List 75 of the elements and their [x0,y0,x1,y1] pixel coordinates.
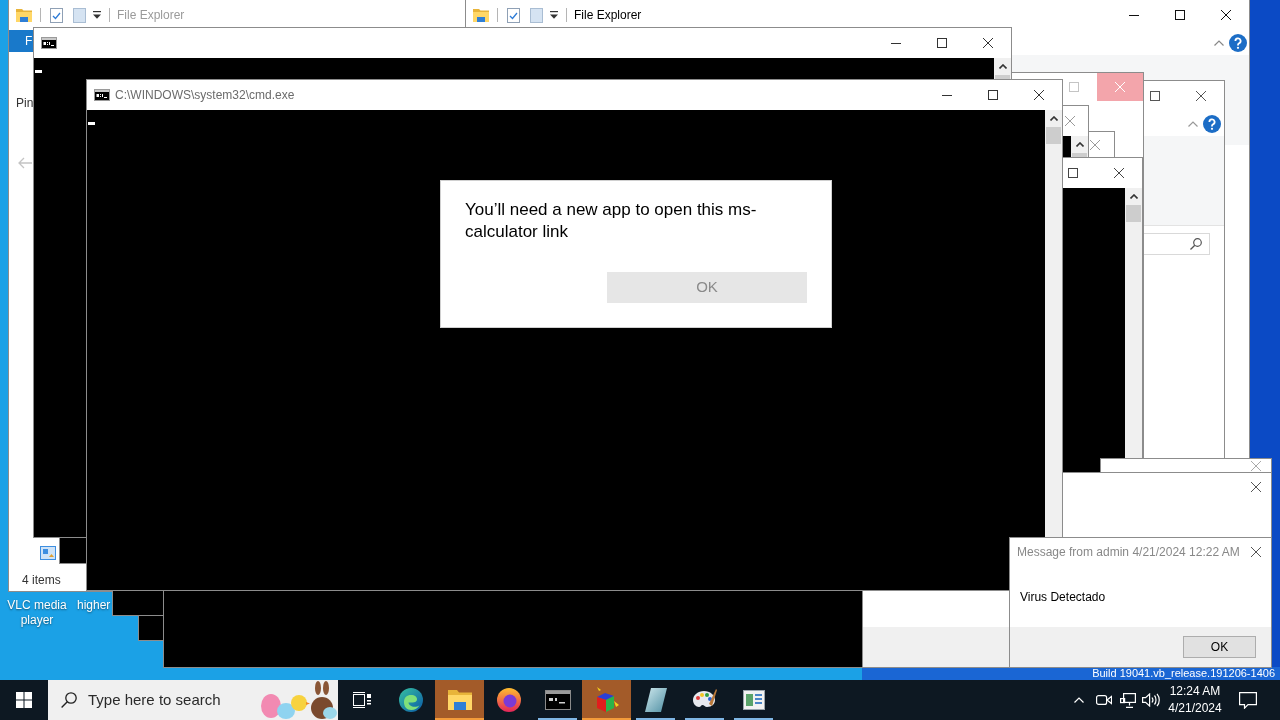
search-icon [1190,238,1202,250]
scrollbar[interactable] [994,58,1011,79]
dialog-message: You’ll need a new app to open this ms-calculator link [465,199,758,243]
status-text: 4 items [22,572,61,589]
help-icon[interactable] [1203,114,1221,133]
close-icon [1251,482,1261,492]
window-icon [742,690,765,710]
help-icon[interactable] [1229,33,1247,52]
scroll-thumb[interactable] [1126,205,1141,222]
speaker-icon [1142,693,1160,707]
close-icon [1251,460,1261,471]
picture-icon [40,545,56,561]
video-camera-icon [1096,694,1112,706]
message-text: Virus Detectado [1020,591,1106,604]
close-icon [1090,139,1100,150]
caret-icon[interactable] [93,11,101,19]
search-field[interactable]: Type here to search [88,688,248,712]
scrollbar[interactable] [1125,188,1142,458]
caret-icon[interactable] [550,11,558,19]
close-icon [1221,10,1231,20]
search-box[interactable]: Type here to search [48,680,338,720]
scroll-thumb[interactable] [995,75,1010,79]
folder-icon [447,690,472,710]
desktop-icon-label[interactable]: VLC media player [0,598,74,628]
minimize-icon [1129,14,1139,16]
ok-button[interactable]: OK [1183,636,1256,658]
terminal-icon [94,89,110,101]
minimize-icon [891,42,901,44]
folder-icon [16,8,32,22]
notepad-icon [644,688,667,712]
close-icon [983,38,993,48]
close-icon [1115,82,1125,92]
scroll-up-icon[interactable] [1129,194,1138,199]
window-title: File Explorer [574,7,642,24]
four-panes-icon [16,692,32,708]
scroll-thumb[interactable] [1072,153,1087,157]
terminal-icon [41,37,57,49]
scroll-up-icon[interactable] [1075,142,1084,147]
clock-button[interactable]: 12:24 AM 4/21/2024 [1162,680,1228,720]
ok-button[interactable]: OK [607,272,807,303]
scrollbar[interactable] [1045,110,1062,537]
document-check-icon[interactable] [507,7,520,23]
scrollbar[interactable] [1071,136,1088,157]
close-icon [1034,90,1044,100]
maximize-icon [1068,168,1078,178]
swirl-icon [398,688,423,712]
scroll-thumb[interactable] [1046,127,1061,144]
document-check-icon[interactable] [50,7,63,23]
maximize-icon [1069,82,1079,92]
close-icon [1114,168,1124,178]
maximize-icon [937,38,947,48]
maximize-icon [988,90,998,100]
window-title: Message from admin 4/21/2024 12:22 AM [1016,544,1240,561]
window-title: C:\WINDOWS\system32\cmd.exe [115,87,295,104]
network-monitor-icon [1120,692,1136,708]
minimize-icon [942,94,952,96]
orb-icon [496,688,521,712]
window-title: File Explorer [117,7,185,24]
close-icon [1065,116,1075,126]
search-field[interactable] [1144,233,1210,255]
maximize-icon [1150,91,1160,101]
speech-bubble-icon [1239,691,1257,709]
close-icon [1196,91,1206,101]
scroll-up-icon[interactable] [1049,116,1058,121]
stacked-windows-icon [353,692,371,708]
build-info-text: Build 19041.vb_release.191206-1406 [1092,667,1275,680]
desktop-icon-label[interactable]: higher [77,598,111,613]
scroll-up-icon[interactable] [998,64,1007,69]
ribbon-button-label[interactable]: Pin [16,97,34,110]
close-icon [1251,547,1261,557]
maximize-icon [1175,10,1185,20]
ribbon-tab[interactable]: F [9,30,33,52]
search-icon [61,692,77,708]
terminal-icon [544,690,571,710]
folder-icon [473,8,489,22]
